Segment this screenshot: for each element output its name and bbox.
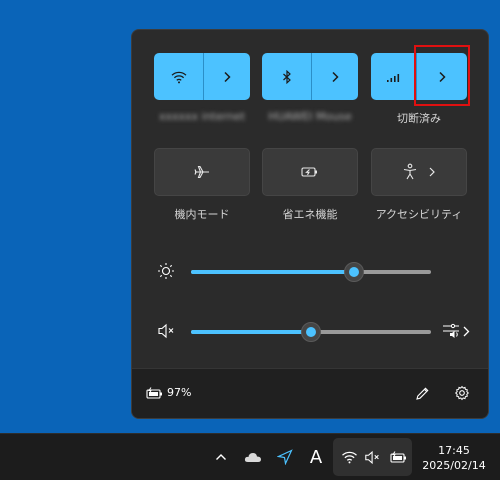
taskbar-clock[interactable]: 17:45 2025/02/14 [408,443,500,473]
wifi-toggle-button[interactable] [154,53,204,100]
brightness-icon [156,261,176,281]
volume-muted-icon[interactable] [156,321,178,341]
chevron-right-icon [224,71,231,82]
pencil-icon[interactable] [413,384,431,402]
bluetooth-more-button[interactable] [312,53,358,100]
onedrive-cloud-icon[interactable] [243,448,263,466]
taskbar: A 17:45 2025/02/14 [0,433,500,480]
energy-saver-icon [301,167,317,177]
wifi-tile [154,53,250,100]
accessibility-button[interactable] [371,148,467,196]
cellular-toggle-button[interactable] [371,53,417,100]
chevron-up-icon[interactable] [212,448,230,466]
clock-date: 2025/02/14 [422,459,486,472]
brightness-slider-thumb[interactable] [344,262,365,282]
clock-time: 17:45 [438,444,470,457]
quick-settings-footer: 97% [132,368,488,418]
sound-output-settings-icon[interactable] [441,321,473,341]
network-volume-battery-group[interactable] [333,438,412,476]
volume-slider[interactable] [191,322,431,342]
cellular-signal-icon [386,73,399,82]
airplane-mode-label: 機内モード [174,208,230,221]
wifi-network-label: xxxxxx internet [158,110,246,123]
bluetooth-toggle-button[interactable] [262,53,312,100]
chevron-right-icon [332,71,339,82]
volume-slider-fill [191,330,311,334]
volume-slider-thumb[interactable] [301,322,321,342]
airplane-icon [194,165,209,179]
bluetooth-device-label: HUAWEI Mouse [268,110,352,123]
accessibility-label: アクセシビリティ [375,208,463,221]
battery-percentage[interactable]: 97% [167,386,191,399]
battery-charging-icon [145,385,163,401]
energy-saver-label: 省エネ機能 [282,208,338,221]
brightness-slider-fill [191,270,355,274]
energy-saver-button[interactable] [262,148,358,196]
wifi-icon [171,71,186,83]
cellular-status-label: 切断済み [397,112,441,125]
wifi-more-button[interactable] [204,53,250,100]
highlight-box [414,45,470,106]
wifi-icon [339,448,359,466]
ime-mode-icon[interactable]: A [306,446,326,468]
bluetooth-tile [262,53,358,100]
accessibility-icon [403,163,417,180]
gear-icon[interactable] [453,384,471,402]
location-icon[interactable] [275,447,295,467]
battery-charging-icon [388,448,408,466]
chevron-right-icon [429,167,435,177]
volume-muted-icon [363,448,383,466]
brightness-slider[interactable] [191,262,431,282]
bluetooth-icon [282,69,291,84]
airplane-mode-button[interactable] [154,148,250,196]
